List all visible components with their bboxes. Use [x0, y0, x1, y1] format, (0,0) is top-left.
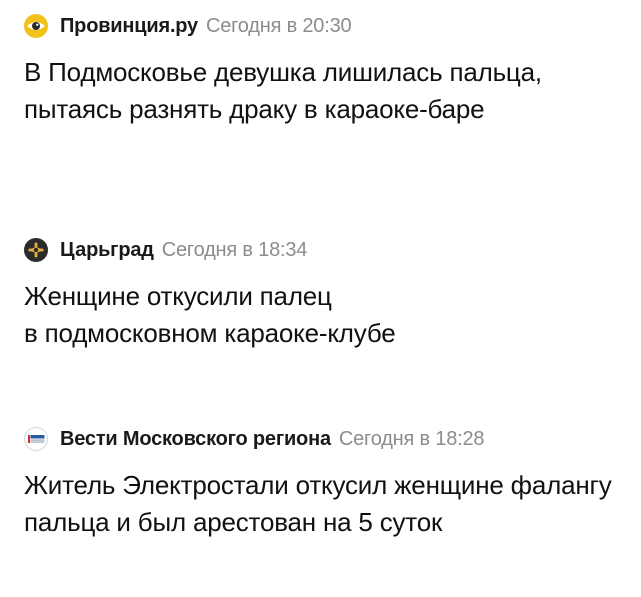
news-feed: Провинция.ру Сегодня в 20:30 В Подмосков… — [0, 0, 641, 597]
source-name[interactable]: Провинция.ру — [60, 15, 198, 38]
news-item[interactable]: Провинция.ру Сегодня в 20:30 В Подмосков… — [24, 14, 629, 128]
news-item[interactable]: Царьград Сегодня в 18:34 Женщине откусил… — [24, 238, 629, 352]
headline[interactable]: В Подмосковье девушка лишилась пальца, п… — [24, 54, 624, 128]
headline-line: Женщине откусили палец — [24, 281, 332, 311]
news-item[interactable]: Вести Московского региона Сегодня в 18:2… — [24, 427, 629, 541]
headline-line: в подмосковном караоке-клубе — [24, 318, 396, 348]
source-row: Вести Московского региона Сегодня в 18:2… — [24, 427, 629, 451]
provincia-logo-icon[interactable] — [24, 14, 48, 38]
timestamp: Сегодня в 18:28 — [338, 427, 485, 450]
source-name[interactable]: Вести Московского региона — [60, 428, 331, 451]
headline[interactable]: Женщине откусили палец в подмосковном ка… — [24, 278, 624, 352]
tsargrad-logo-icon[interactable] — [24, 238, 48, 262]
source-name[interactable]: Царьград — [60, 239, 154, 262]
timestamp: Сегодня в 20:30 — [205, 14, 352, 37]
headline[interactable]: Житель Электростали откусил женщине фала… — [24, 467, 614, 541]
timestamp: Сегодня в 18:34 — [161, 238, 308, 261]
vesti-logo-icon[interactable] — [24, 427, 48, 451]
source-row: Царьград Сегодня в 18:34 — [24, 238, 629, 262]
source-row: Провинция.ру Сегодня в 20:30 — [24, 14, 629, 38]
